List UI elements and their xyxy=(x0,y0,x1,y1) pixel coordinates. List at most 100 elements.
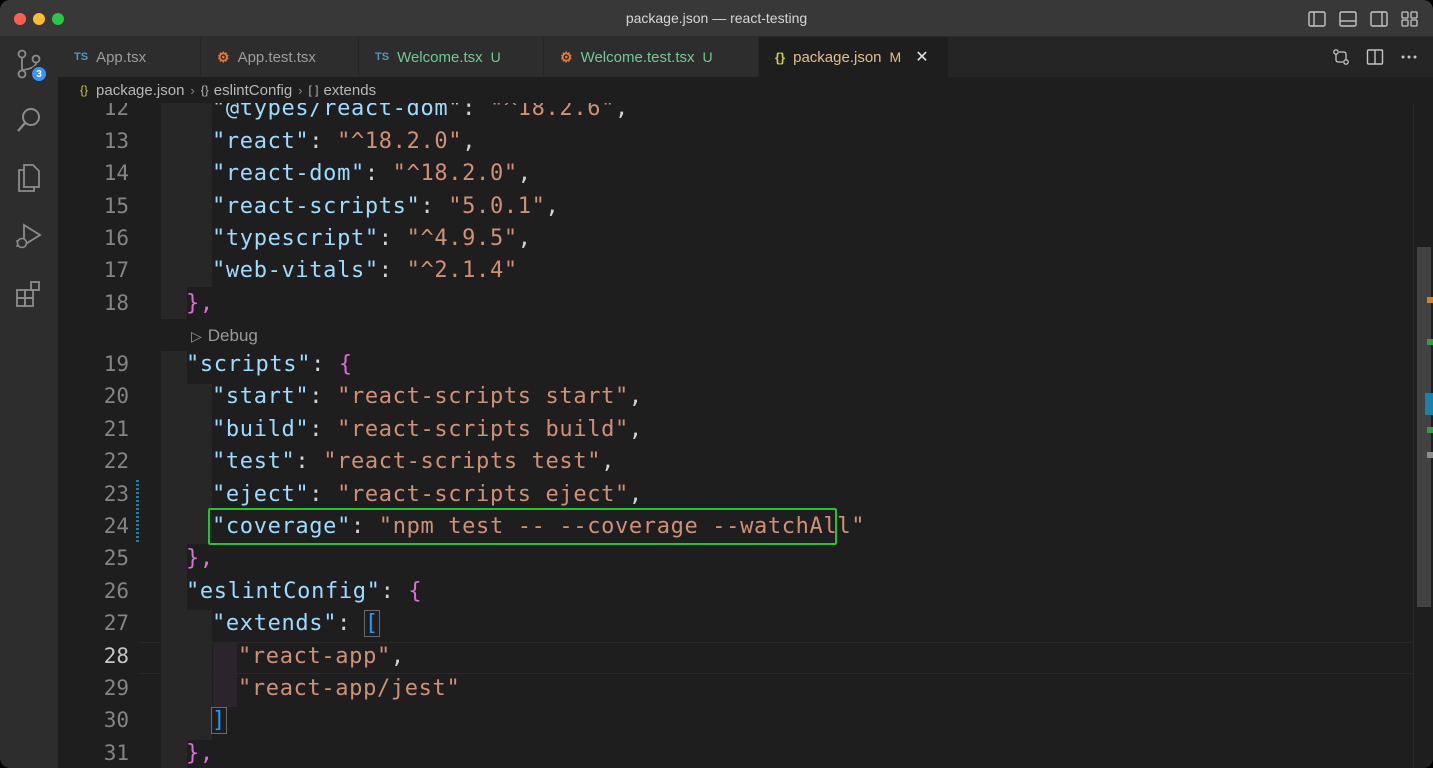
json-key: typescript xyxy=(225,226,365,251)
close-tab-icon[interactable]: ✕ xyxy=(915,47,928,67)
line-number: 30 xyxy=(103,708,129,732)
code-line: 15 "react-scripts": "5.0.1", xyxy=(58,191,1413,223)
title-bar: package.json — react-testing xyxy=(0,0,1433,37)
debug-codelens[interactable]: ▷ Debug xyxy=(191,326,258,346)
line-number: 20 xyxy=(103,384,129,408)
debug-codelens-label: Debug xyxy=(207,326,258,345)
tab-welcome-tsx[interactable]: TS Welcome.tsx U xyxy=(359,37,544,77)
vscode-window: package.json — react-testing 3 TS App.ts… xyxy=(0,0,1433,768)
layout-controls xyxy=(1307,9,1419,28)
json-value: 5.0.1 xyxy=(462,194,532,219)
json-value: react-scripts test xyxy=(337,449,588,474)
overview-ruler-mark xyxy=(1425,393,1433,415)
json-key: extends xyxy=(225,611,324,636)
line-number: 15 xyxy=(103,194,129,218)
line-number: 14 xyxy=(103,161,129,185)
source-control-badge: 3 xyxy=(30,65,48,83)
json-value: react-scripts start xyxy=(351,384,616,409)
modified-status-badge: M xyxy=(889,49,902,65)
open-changes-icon[interactable] xyxy=(1331,47,1351,67)
line-number: 29 xyxy=(103,676,129,700)
react-test-file-icon: ⚙ xyxy=(560,48,573,65)
json-file-icon: {} xyxy=(775,49,786,65)
array-icon: [ ] xyxy=(308,83,319,97)
code-line: 22 "test": "react-scripts test", xyxy=(58,446,1413,478)
code-line: 29 "react-app/jest" xyxy=(58,673,1413,705)
breadcrumb-file[interactable]: package.json xyxy=(96,82,184,99)
open-brace: { xyxy=(338,352,353,377)
run-and-debug-icon[interactable] xyxy=(14,221,44,251)
split-editor-icon[interactable] xyxy=(1365,47,1385,67)
json-value: react-scripts eject xyxy=(351,482,616,507)
line-number: 23 xyxy=(103,482,129,506)
code-line: 21 "build": "react-scripts build", xyxy=(58,414,1413,446)
line-number: 27 xyxy=(103,611,129,635)
json-key: test xyxy=(225,449,282,474)
code-line: 23 "eject": "react-scripts eject", xyxy=(58,479,1413,511)
overview-ruler-mark xyxy=(1427,452,1433,458)
code-line: 27 "extends": [ xyxy=(58,608,1413,640)
search-icon[interactable] xyxy=(14,105,44,135)
typescript-file-icon: TS xyxy=(74,51,89,63)
tab-label: App.test.tsx xyxy=(237,48,316,66)
json-key: web-vitals xyxy=(225,258,365,283)
json-value: react-scripts build xyxy=(351,417,616,442)
source-control-icon[interactable]: 3 xyxy=(14,49,48,83)
breadcrumb-array[interactable]: extends xyxy=(324,82,377,99)
typescript-file-icon: TS xyxy=(375,51,390,63)
tab-welcome-test-tsx[interactable]: ⚙ Welcome.test.tsx U xyxy=(544,37,759,77)
explorer-files-icon[interactable] xyxy=(14,163,44,193)
chevron-right-icon: › xyxy=(298,82,303,98)
json-key: react xyxy=(225,129,296,154)
line-number: 16 xyxy=(103,226,129,250)
closing-bracket: ] xyxy=(211,707,227,734)
breadcrumb-object[interactable]: eslintConfig xyxy=(214,82,292,99)
activity-bar: 3 xyxy=(0,37,58,768)
toggle-secondary-sidebar-icon[interactable] xyxy=(1369,9,1388,28)
play-icon: ▷ xyxy=(191,328,202,344)
line-number: 25 xyxy=(103,546,129,570)
code-line: 13 "react": "^18.2.0", xyxy=(58,126,1413,158)
line-number: 19 xyxy=(103,352,129,376)
json-value: ^2.1.4 xyxy=(420,258,504,283)
code-line: 18 }, xyxy=(58,288,1413,320)
open-bracket: [ xyxy=(363,610,380,637)
json-key: scripts xyxy=(199,352,298,377)
json-key: eslintConfig xyxy=(199,579,367,604)
toggle-panel-icon[interactable] xyxy=(1338,9,1357,28)
json-key: eject xyxy=(225,482,296,507)
json-key: start xyxy=(225,384,296,409)
closing-brace: }, xyxy=(186,291,214,316)
toggle-primary-sidebar-icon[interactable] xyxy=(1307,9,1326,28)
closing-brace: }, xyxy=(186,741,214,766)
open-brace: { xyxy=(408,579,423,604)
line-number: 22 xyxy=(103,449,129,473)
json-key: react-scripts xyxy=(225,194,407,219)
code-line: 25 }, xyxy=(58,543,1413,575)
vertical-scrollbar[interactable] xyxy=(1413,77,1433,768)
code-line: 17 "web-vitals": "^2.1.4" xyxy=(58,255,1413,287)
customize-layout-icon[interactable] xyxy=(1400,9,1419,28)
overview-ruler-mark xyxy=(1427,339,1433,345)
untracked-status-badge: U xyxy=(490,49,501,65)
coverage-script-highlight-box xyxy=(208,508,837,545)
json-value: ^18.2.0 xyxy=(351,129,449,154)
more-actions-icon[interactable] xyxy=(1399,47,1419,67)
line-number: 13 xyxy=(103,129,129,153)
chevron-right-icon: › xyxy=(190,82,195,98)
code-line: 14 "react-dom": "^18.2.0", xyxy=(58,158,1413,190)
tab-app-test-tsx[interactable]: ⚙ App.test.tsx xyxy=(201,37,359,77)
overview-ruler-mark xyxy=(1427,297,1433,303)
code-line: 19 "scripts": { xyxy=(58,349,1413,381)
tab-label: package.json xyxy=(793,48,882,66)
tab-app-tsx[interactable]: TS App.tsx xyxy=(58,37,201,77)
code-line: 26 "eslintConfig": { xyxy=(58,576,1413,608)
code-line: 31 }, xyxy=(58,738,1413,768)
tab-package-json[interactable]: {} package.json M ✕ xyxy=(759,37,949,77)
line-number: 17 xyxy=(103,258,129,282)
object-icon: {} xyxy=(200,83,209,97)
json-file-icon: {} xyxy=(80,83,89,97)
json-value: react-app xyxy=(251,644,377,669)
extensions-icon[interactable] xyxy=(14,279,44,309)
code-editor[interactable]: 12 "@types/react-dom": "^18.2.6", 13 "re… xyxy=(58,77,1433,768)
